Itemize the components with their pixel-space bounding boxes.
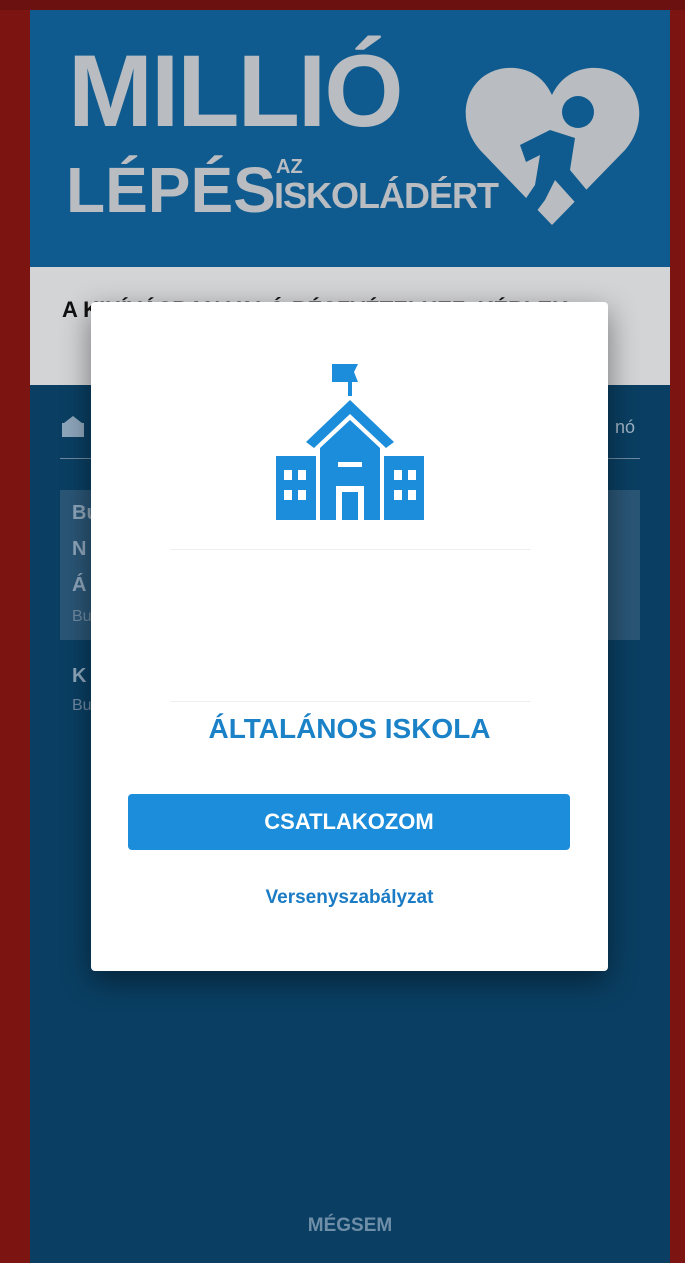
list-header-fragment: nó — [615, 417, 636, 437]
school-modal: ÁLTALÁNOS ISKOLA CSATLAKOZOM Versenyszab… — [91, 302, 608, 971]
list-item-fragment: K — [72, 665, 87, 687]
window-frame — [0, 0, 685, 10]
heart-running-person-icon — [465, 67, 640, 225]
list-item-fragment: Bu — [72, 697, 92, 714]
logo: MILLIÓ LÉPÉS AZ ISKOLÁDÉRT — [30, 10, 670, 267]
list-item-fragment: Bu — [72, 608, 92, 625]
logo-word-millio: MILLIÓ — [68, 34, 404, 148]
school-small-icon — [62, 416, 84, 437]
rules-link[interactable]: Versenyszabályzat — [91, 887, 608, 909]
cancel-button[interactable]: MÉGSEM — [30, 1215, 670, 1237]
list-item-fragment: Á — [72, 574, 87, 596]
logo-word-lepes: LÉPÉS — [66, 154, 276, 226]
school-type-label: ÁLTALÁNOS ISKOLA — [208, 713, 491, 744]
school-building-icon — [276, 364, 424, 520]
divider — [171, 549, 531, 550]
logo-word-az: AZ — [276, 156, 303, 178]
list-item-fragment: N — [72, 538, 87, 560]
divider — [171, 701, 531, 702]
join-button[interactable]: CSATLAKOZOM — [128, 794, 570, 850]
